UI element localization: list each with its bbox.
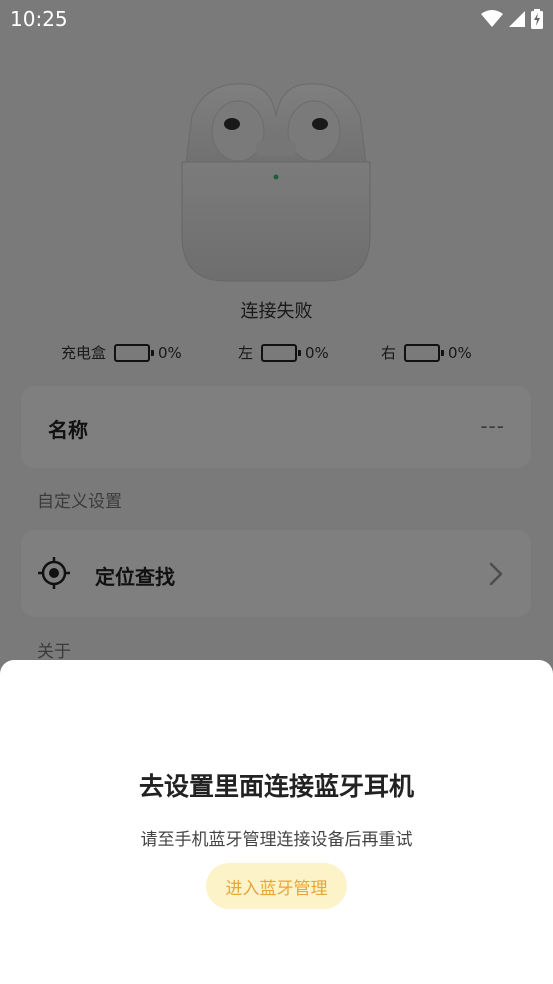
wifi-icon [481,10,503,27]
bottom-sheet-dialog: 去设置里面连接蓝牙耳机 请至手机蓝牙管理连接设备后再重试 进入蓝牙管理 [0,660,553,984]
dialog-title: 去设置里面连接蓝牙耳机 [138,772,414,801]
cell-signal-icon [509,11,525,27]
status-icons [481,9,543,29]
status-bar: 10:25 [0,0,553,38]
status-time: 10:25 [10,7,68,31]
battery-charging-icon [531,9,543,29]
dialog-description: 请至手机蓝牙管理连接设备后再重试 [140,830,413,850]
open-bluetooth-settings-button[interactable]: 进入蓝牙管理 [206,863,347,909]
